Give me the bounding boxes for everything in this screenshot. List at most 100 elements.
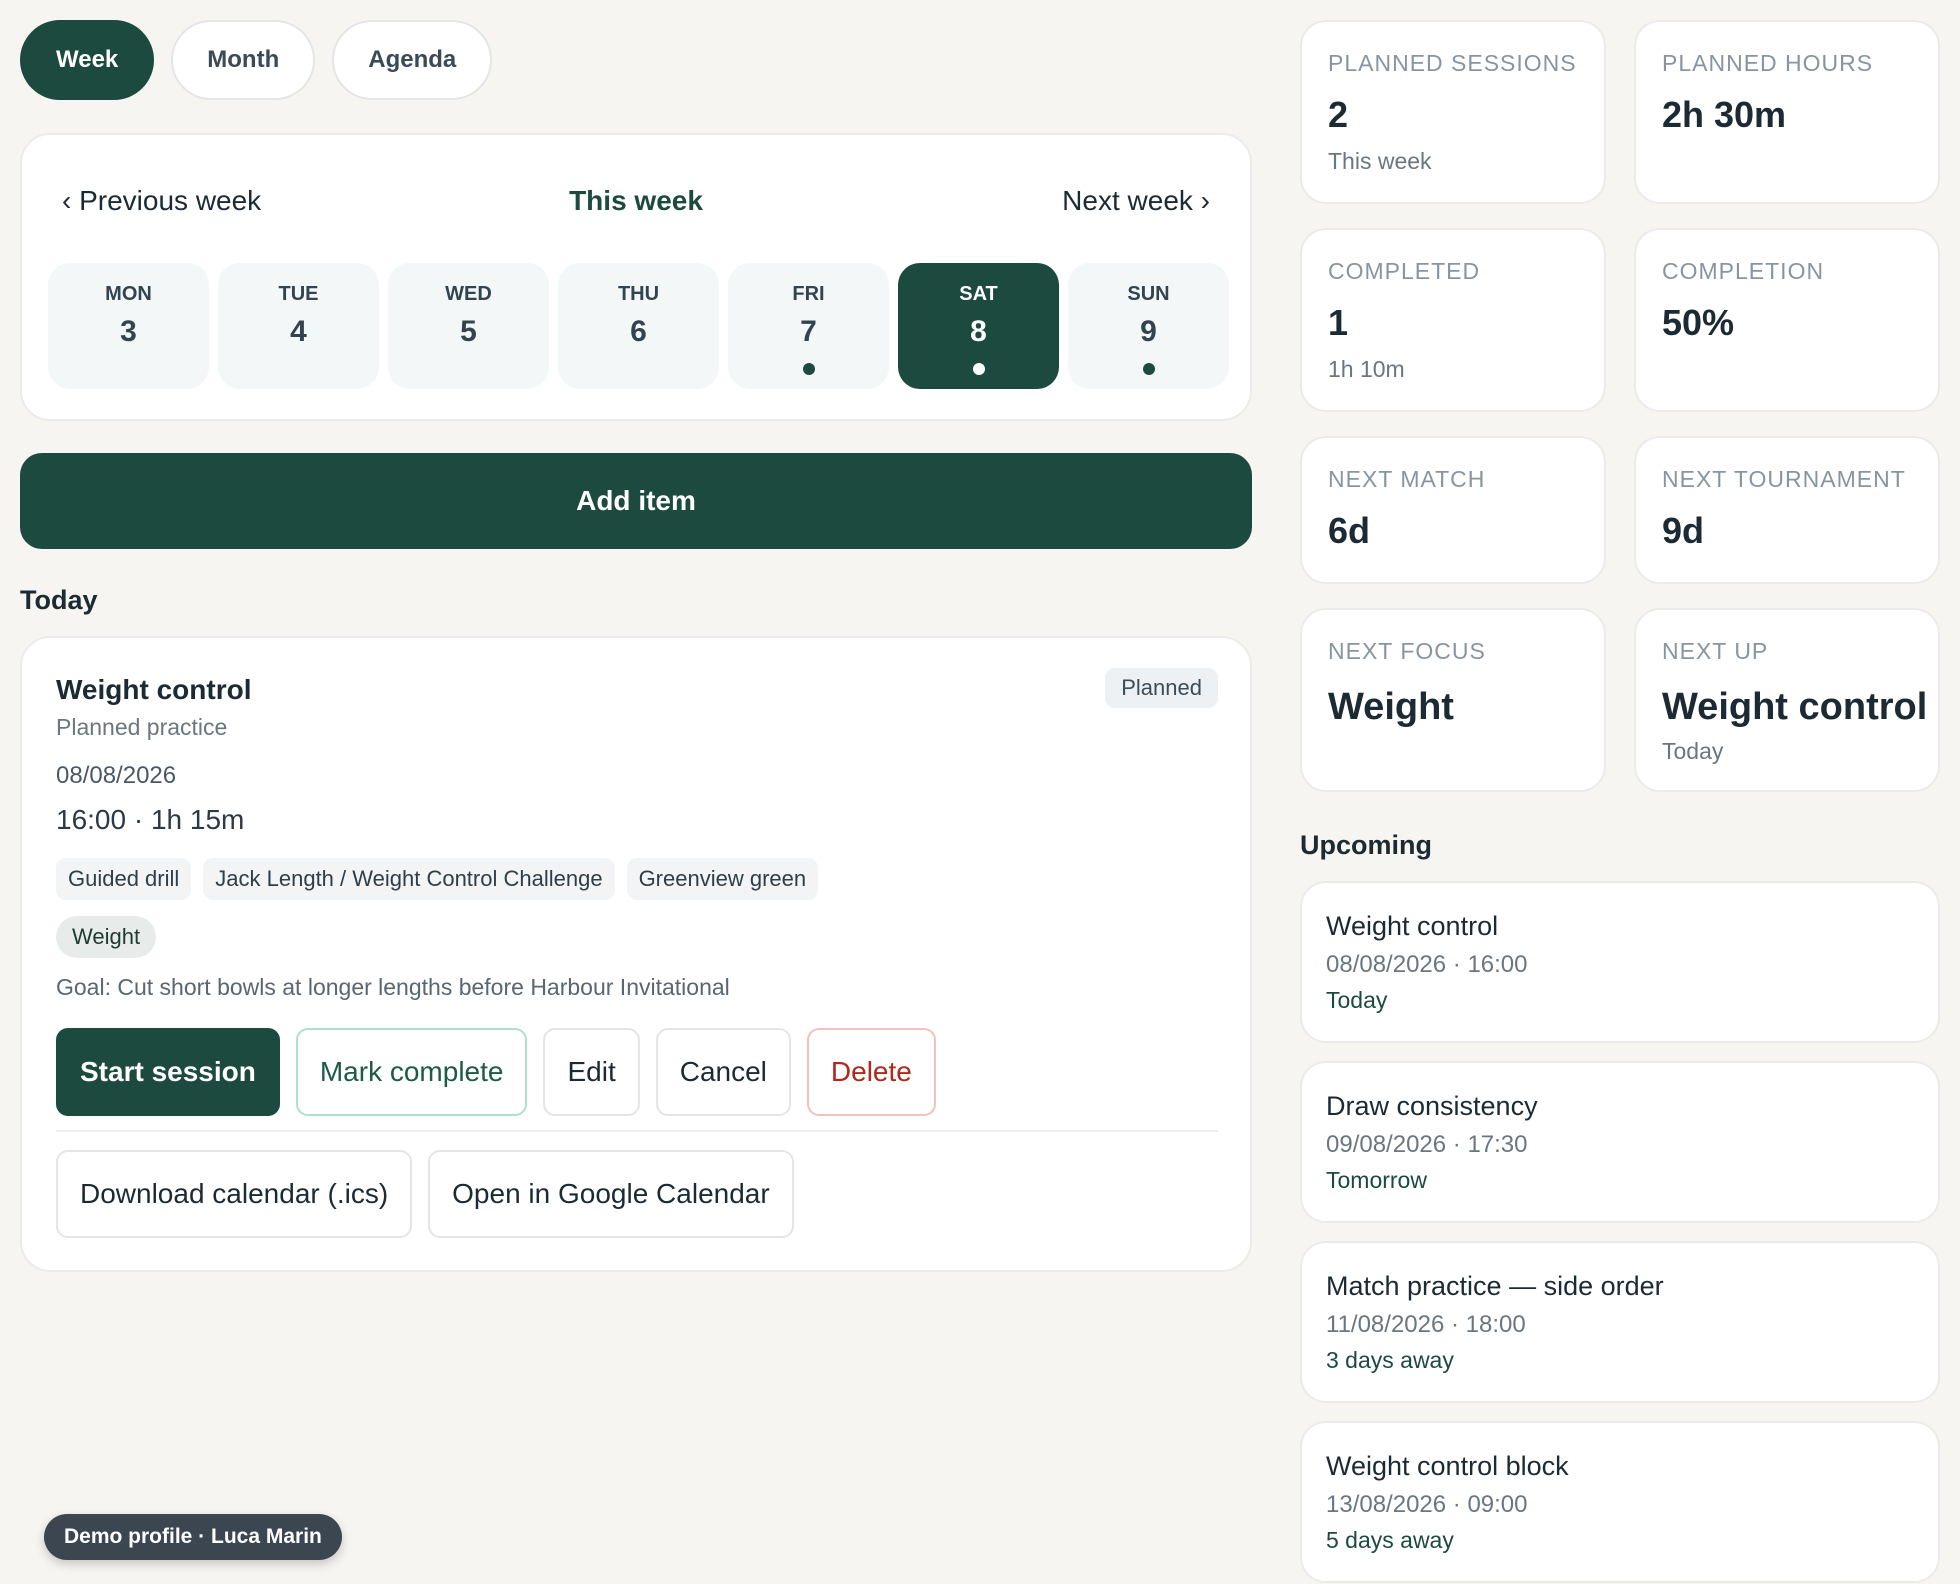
demo-profile-badge: Demo profile · Luca Marin bbox=[44, 1514, 342, 1560]
session-time: 16:00 · 1h 15m bbox=[56, 804, 245, 835]
list-item[interactable]: Weight control 08/08/2026 · 16:00 Today bbox=[1300, 881, 1940, 1043]
stat-label: COMPLETED bbox=[1328, 258, 1481, 284]
day-number: 4 bbox=[290, 315, 307, 348]
mark-complete-button[interactable]: Mark complete bbox=[295, 1028, 528, 1116]
today-heading: Today bbox=[20, 585, 98, 615]
calendar-actions: Download calendar (.ics) Open in Google … bbox=[56, 1150, 794, 1238]
divider bbox=[56, 1130, 1218, 1132]
stat-sub: 1h 10m bbox=[1328, 356, 1405, 382]
stat-next-match: NEXT MATCH 6d bbox=[1300, 436, 1606, 584]
day-fri[interactable]: FRI 7 bbox=[728, 263, 889, 389]
stat-planned-sessions: PLANNED SESSIONS 2 This week bbox=[1300, 20, 1606, 204]
session-actions: Start session Mark complete Edit Cancel … bbox=[56, 1028, 936, 1116]
stat-label: PLANNED HOURS bbox=[1662, 50, 1874, 76]
add-item-button[interactable]: Add item bbox=[20, 453, 1252, 549]
upcoming-relative: Tomorrow bbox=[1326, 1167, 1427, 1193]
stat-next-up: NEXT UP Weight control Today bbox=[1634, 608, 1940, 792]
list-item[interactable]: Match practice — side order 11/08/2026 ·… bbox=[1300, 1241, 1940, 1403]
stat-value: 9d bbox=[1662, 510, 1705, 551]
day-name: SAT bbox=[959, 283, 998, 305]
day-number: 3 bbox=[120, 315, 137, 348]
stat-next-focus: NEXT FOCUS Weight bbox=[1300, 608, 1606, 792]
stat-value: 2h 30m bbox=[1662, 94, 1787, 135]
week-navigation: ‹ Previous week This week Next week › bbox=[62, 185, 1210, 225]
upcoming-title: Draw consistency bbox=[1326, 1091, 1538, 1121]
day-number: 6 bbox=[630, 315, 647, 348]
day-name: FRI bbox=[792, 283, 825, 305]
cancel-button[interactable]: Cancel bbox=[655, 1028, 791, 1116]
stat-sub: Today bbox=[1662, 738, 1724, 764]
session-tags: Guided drill Jack Length / Weight Contro… bbox=[56, 858, 819, 900]
day-wed[interactable]: WED 5 bbox=[388, 263, 549, 389]
delete-button[interactable]: Delete bbox=[806, 1028, 936, 1116]
day-name: THU bbox=[617, 283, 660, 305]
session-title: Weight control bbox=[56, 674, 252, 705]
upcoming-datetime: 13/08/2026 · 09:00 bbox=[1326, 1491, 1528, 1518]
upcoming-relative: 3 days away bbox=[1326, 1347, 1454, 1373]
stat-value: 6d bbox=[1328, 510, 1371, 551]
sidebar: PLANNED SESSIONS 2 This week PLANNED HOU… bbox=[1300, 20, 1940, 1584]
tag-chip: Greenview green bbox=[626, 858, 819, 900]
previous-week-link[interactable]: ‹ Previous week bbox=[62, 185, 261, 217]
tab-agenda[interactable]: Agenda bbox=[332, 20, 493, 100]
session-type: Planned practice bbox=[56, 714, 228, 740]
stat-value: 2 bbox=[1328, 94, 1349, 135]
stat-completion: COMPLETION 50% bbox=[1634, 228, 1940, 412]
session-goal: Goal: Cut short bowls at longer lengths … bbox=[56, 974, 730, 1000]
upcoming-relative: Today bbox=[1326, 987, 1388, 1013]
google-calendar-button[interactable]: Open in Google Calendar bbox=[428, 1150, 794, 1238]
list-item[interactable]: Draw consistency 09/08/2026 · 17:30 Tomo… bbox=[1300, 1061, 1940, 1223]
tab-week[interactable]: Week bbox=[20, 20, 155, 100]
day-thu[interactable]: THU 6 bbox=[558, 263, 719, 389]
view-tabs: Week Month Agenda bbox=[20, 20, 1252, 100]
stat-completed: COMPLETED 1 1h 10m bbox=[1300, 228, 1606, 412]
stat-next-tournament: NEXT TOURNAMENT 9d bbox=[1634, 436, 1940, 584]
upcoming-datetime: 08/08/2026 · 16:00 bbox=[1326, 951, 1528, 978]
tag-chip: Guided drill bbox=[56, 858, 192, 900]
list-item[interactable]: Weight control block 13/08/2026 · 09:00 … bbox=[1300, 1421, 1940, 1583]
upcoming-relative: 5 days away bbox=[1326, 1527, 1454, 1553]
focus-chip: Weight bbox=[56, 916, 157, 958]
week-picker-card: ‹ Previous week This week Next week › MO… bbox=[20, 133, 1252, 421]
stat-value: Weight bbox=[1328, 686, 1454, 728]
upcoming-title: Weight control bbox=[1326, 911, 1499, 941]
this-week-link[interactable]: This week bbox=[569, 185, 703, 217]
day-sun[interactable]: SUN 9 bbox=[1068, 263, 1229, 389]
stat-value: 50% bbox=[1662, 302, 1735, 343]
stat-value: Weight control bbox=[1662, 686, 1928, 728]
tab-month[interactable]: Month bbox=[171, 20, 316, 100]
day-number: 7 bbox=[800, 315, 817, 348]
start-session-button[interactable]: Start session bbox=[56, 1028, 280, 1116]
day-name: WED bbox=[445, 283, 492, 305]
session-card: Weight control Planned Planned practice … bbox=[20, 636, 1252, 1272]
day-number: 5 bbox=[460, 315, 477, 348]
upcoming-list: Weight control 08/08/2026 · 16:00 Today … bbox=[1300, 881, 1940, 1583]
day-strip: MON 3 TUE 4 WED 5 THU 6 FRI 7 SAT 8 SUN … bbox=[48, 263, 1229, 389]
day-name: TUE bbox=[278, 283, 319, 305]
stat-planned-hours: PLANNED HOURS 2h 30m bbox=[1634, 20, 1940, 204]
edit-button[interactable]: Edit bbox=[543, 1028, 640, 1116]
upcoming-heading: Upcoming bbox=[1300, 830, 1432, 860]
main-column: Week Month Agenda ‹ Previous week This w… bbox=[20, 20, 1252, 1272]
day-mon[interactable]: MON 3 bbox=[48, 263, 209, 389]
upcoming-datetime: 09/08/2026 · 17:30 bbox=[1326, 1131, 1528, 1158]
stats-grid: PLANNED SESSIONS 2 This week PLANNED HOU… bbox=[1300, 20, 1940, 792]
tag-chip: Jack Length / Weight Control Challenge bbox=[203, 858, 615, 900]
session-date: 08/08/2026 bbox=[56, 762, 177, 789]
upcoming-datetime: 11/08/2026 · 18:00 bbox=[1326, 1311, 1526, 1338]
stat-label: NEXT UP bbox=[1662, 638, 1769, 664]
download-ics-button[interactable]: Download calendar (.ics) bbox=[56, 1150, 413, 1238]
day-number: 9 bbox=[1140, 315, 1157, 348]
stat-label: NEXT MATCH bbox=[1328, 466, 1486, 492]
stat-label: NEXT TOURNAMENT bbox=[1662, 466, 1906, 492]
next-week-link[interactable]: Next week › bbox=[1062, 185, 1210, 217]
stat-label: NEXT FOCUS bbox=[1328, 638, 1486, 664]
day-sat[interactable]: SAT 8 bbox=[898, 263, 1059, 389]
event-dot-icon bbox=[802, 363, 815, 375]
event-dot-icon bbox=[972, 363, 985, 375]
day-name: MON bbox=[105, 283, 152, 305]
stat-value: 1 bbox=[1328, 302, 1349, 343]
day-tue[interactable]: TUE 4 bbox=[218, 263, 379, 389]
upcoming-title: Match practice — side order bbox=[1326, 1271, 1664, 1301]
status-badge: Planned bbox=[1105, 668, 1218, 708]
